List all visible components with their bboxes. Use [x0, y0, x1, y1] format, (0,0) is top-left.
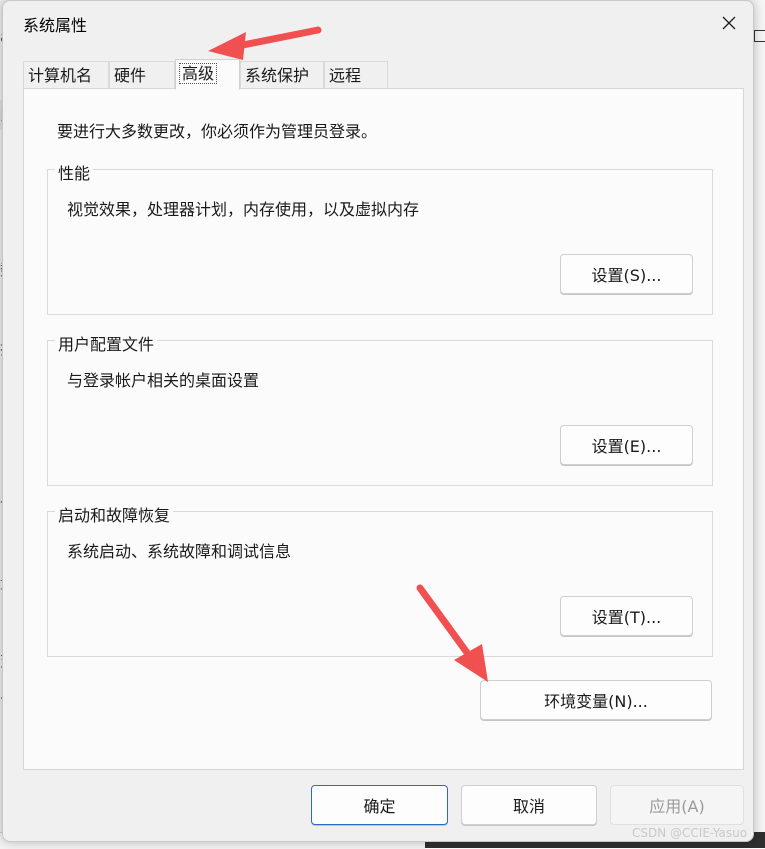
system-properties-dialog: 系统属性 计算机名 硬件 高级 系统保护 远程 要进行大多数更改，你必须作为管理… [2, 0, 754, 842]
admin-notice: 要进行大多数更改，你必须作为管理员登录。 [57, 122, 378, 141]
group-title: 用户配置文件 [55, 331, 158, 355]
tab-label: 计算机名 [28, 66, 93, 85]
tab-label: 高级 [178, 63, 218, 84]
close-button[interactable] [709, 7, 749, 39]
tab-label: 系统保护 [245, 66, 310, 85]
tab-remote[interactable]: 远程 [324, 61, 388, 89]
group-description: 视觉效果，处理器计划，内存使用，以及虚拟内存 [67, 200, 420, 219]
group-description: 与登录帐户相关的桌面设置 [67, 371, 260, 390]
dialog-title: 系统属性 [23, 16, 88, 35]
performance-group: 性能 视觉效果，处理器计划，内存使用，以及虚拟内存 设置(S)... [47, 160, 713, 315]
advanced-tab-panel: 要进行大多数更改，你必须作为管理员登录。 性能 视觉效果，处理器计划，内存使用，… [23, 88, 744, 770]
startup-settings-button[interactable]: 设置(T)... [560, 596, 693, 636]
tab-computer-name[interactable]: 计算机名 [23, 61, 109, 89]
tab-label: 硬件 [114, 66, 147, 85]
performance-settings-button[interactable]: 设置(S)... [560, 254, 693, 294]
group-description: 系统启动、系统故障和调试信息 [67, 542, 292, 561]
cancel-button[interactable]: 取消 [461, 785, 597, 825]
background-maximize-icon [754, 30, 765, 42]
user-profiles-group: 用户配置文件 与登录帐户相关的桌面设置 设置(E)... [47, 331, 713, 486]
close-icon [722, 16, 736, 30]
tab-system-protection[interactable]: 系统保护 [240, 61, 324, 89]
profiles-settings-button[interactable]: 设置(E)... [560, 425, 693, 465]
tab-label: 远程 [329, 66, 362, 85]
startup-recovery-group: 启动和故障恢复 系统启动、系统故障和调试信息 设置(T)... [47, 502, 713, 657]
title-bar: 系统属性 [3, 1, 753, 45]
group-title: 性能 [55, 160, 94, 184]
tab-hardware[interactable]: 硬件 [109, 61, 175, 89]
environment-variables-button[interactable]: 环境变量(N)... [480, 680, 712, 720]
apply-button[interactable]: 应用(A) [610, 785, 744, 825]
ok-button[interactable]: 确定 [311, 785, 448, 825]
group-title: 启动和故障恢复 [55, 502, 174, 526]
tab-advanced[interactable]: 高级 [175, 59, 240, 90]
watermark: CSDN @CCIE-Yasuo [632, 826, 748, 840]
